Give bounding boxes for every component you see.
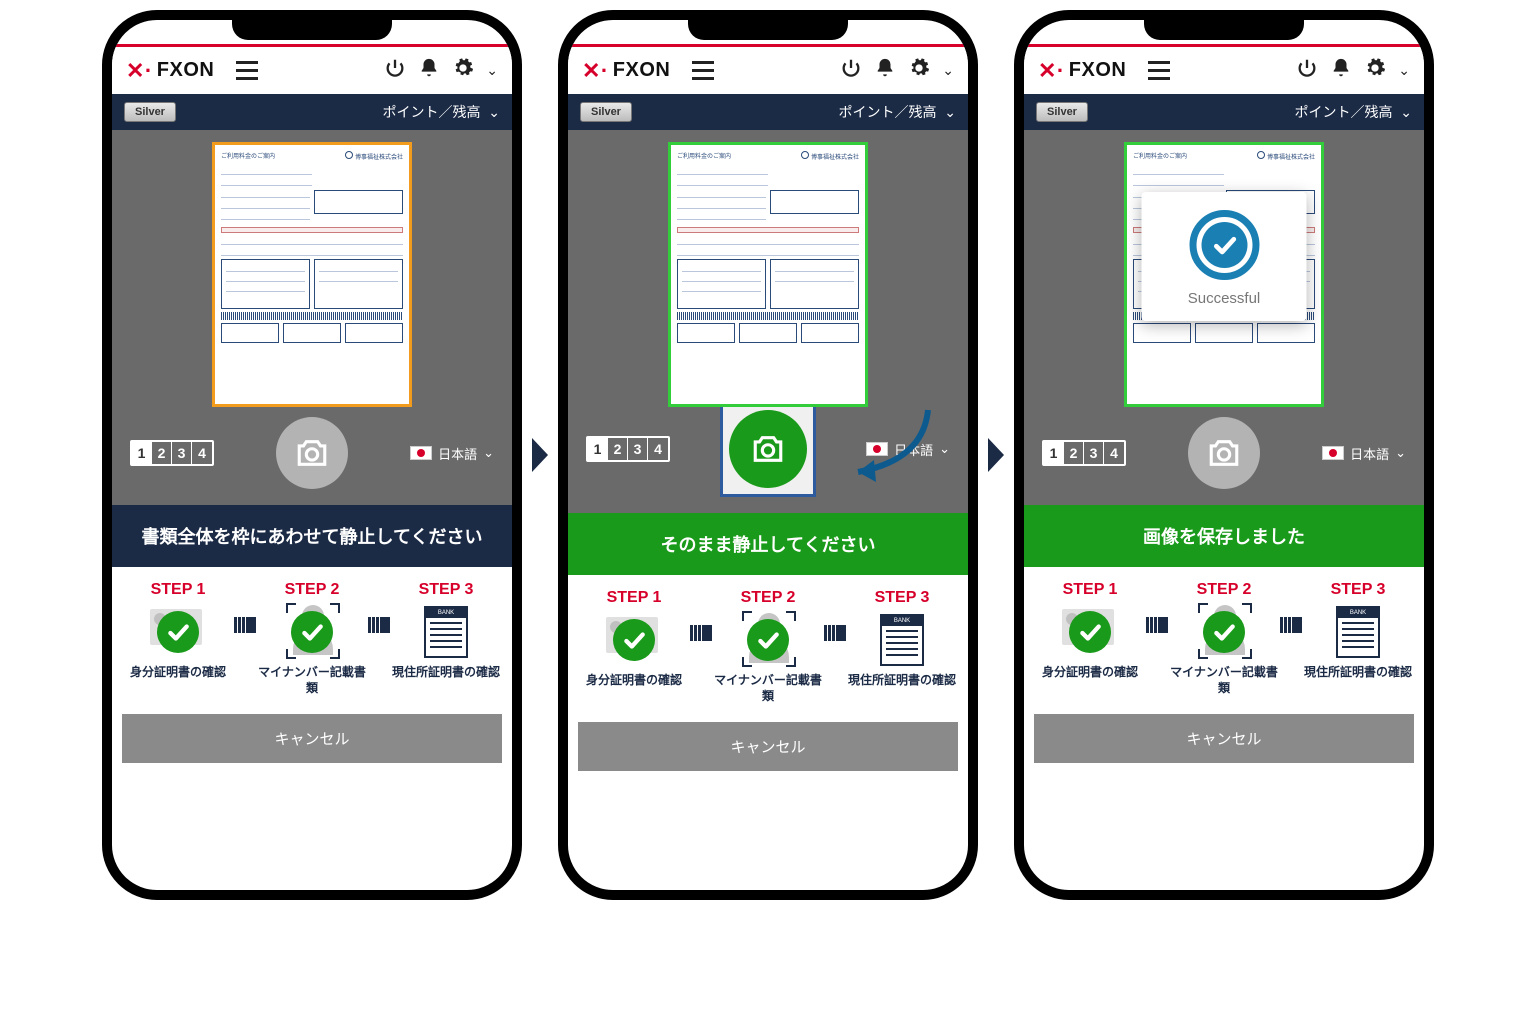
menu-icon[interactable] [236, 61, 258, 80]
step-1: STEP 1身分証明書の確認 [1034, 581, 1146, 681]
step-3: STEP 3BANK現住所証明書の確認 [1302, 581, 1414, 681]
step-1: STEP 1身分証明書の確認 [578, 589, 690, 689]
check-icon [1203, 611, 1245, 653]
step-3: STEP 3BANK現住所証明書の確認 [846, 589, 958, 689]
page-counter: 1234 [586, 436, 670, 462]
jp-flag-icon [410, 446, 432, 460]
tier-badge: Silver [1036, 102, 1088, 122]
step-arrow [824, 625, 846, 641]
instruction-banner: 書類全体を枠にあわせて静止してください [112, 505, 512, 567]
power-icon[interactable] [384, 57, 406, 84]
instruction-banner: 画像を保存しました [1024, 505, 1424, 567]
steps-row: STEP 1身分証明書の確認STEP 2マイナンバー記載書類STEP 3BANK… [568, 575, 968, 714]
camera-viewport: ご利用料金のご案内 博事福祉株式会社 Successful 1234 日本語⌄ [1024, 130, 1424, 505]
app-header: ✕·FXON ⌄ [112, 47, 512, 94]
tier-badge: Silver [580, 102, 632, 122]
app-logo: ✕·FXON [582, 58, 670, 84]
step-arrow [1280, 617, 1302, 633]
cancel-button[interactable]: キャンセル [578, 722, 958, 771]
check-icon [613, 619, 655, 661]
gear-icon[interactable] [908, 57, 930, 84]
check-icon [1069, 611, 1111, 653]
check-icon [747, 619, 789, 661]
power-icon[interactable] [840, 57, 862, 84]
app-logo: ✕·FXON [1038, 58, 1126, 84]
doc-heading: ご利用料金のご案内 [1133, 151, 1187, 161]
success-check-icon [1189, 210, 1259, 280]
step-3: STEP 3BANK現住所証明書の確認 [390, 581, 502, 681]
doc-heading: ご利用料金のご案内 [221, 151, 275, 161]
balance-toggle[interactable]: ポイント／残高 ⌄ [382, 102, 500, 122]
bank-doc-icon: BANK [1336, 606, 1380, 658]
bell-icon[interactable] [1330, 57, 1352, 84]
status-bar: Silver ポイント／残高 ⌄ [568, 94, 968, 130]
cancel-button[interactable]: キャンセル [1034, 714, 1414, 763]
doc-company: 博事福祉株式会社 [1267, 155, 1315, 161]
app-header: ✕·FXON ⌄ [568, 47, 968, 94]
balance-toggle[interactable]: ポイント／残高 ⌄ [838, 102, 956, 122]
tier-badge: Silver [124, 102, 176, 122]
header-dropdown-icon[interactable]: ⌄ [486, 62, 498, 79]
jp-flag-icon [1322, 446, 1344, 460]
flow-arrow-icon [530, 438, 550, 472]
app-header: ✕·FXON ⌄ [1024, 47, 1424, 94]
phone-mockup-1: ✕·FXON ⌄ Silver ポイント／残高 ⌄ ご利用料金のご案内 博事福祉株式会社 1… [102, 10, 522, 900]
steps-row: STEP 1身分証明書の確認STEP 2マイナンバー記載書類STEP 3BANK… [1024, 567, 1424, 706]
step-arrow [1146, 617, 1168, 633]
shutter-button [1188, 417, 1260, 489]
phone-mockup-3: ✕·FXON ⌄ Silver ポイント／残高 ⌄ ご利用料金のご案内 博事福祉株式会社 S… [1014, 10, 1434, 900]
power-icon[interactable] [1296, 57, 1318, 84]
menu-icon[interactable] [1148, 61, 1170, 80]
step-2: STEP 2マイナンバー記載書類 [256, 581, 368, 696]
success-card: Successful [1142, 192, 1307, 321]
instruction-banner: そのまま静止してください [568, 513, 968, 575]
step-arrow [368, 617, 390, 633]
bank-doc-icon: BANK [424, 606, 468, 658]
doc-heading: ご利用料金のご案内 [677, 151, 731, 161]
page-counter: 1234 [1042, 440, 1126, 466]
status-bar: Silver ポイント／残高 ⌄ [112, 94, 512, 130]
cancel-button[interactable]: キャンセル [122, 714, 502, 763]
gear-icon[interactable] [1364, 57, 1386, 84]
success-text: Successful [1152, 290, 1297, 307]
step-2: STEP 2マイナンバー記載書類 [1168, 581, 1280, 696]
flow-arrow-icon [986, 438, 1006, 472]
shutter-button[interactable] [720, 401, 816, 497]
header-dropdown-icon[interactable]: ⌄ [942, 62, 954, 79]
language-selector[interactable]: 日本語⌄ [1322, 444, 1406, 463]
status-bar: Silver ポイント／残高 ⌄ [1024, 94, 1424, 130]
document-frame: ご利用料金のご案内 博事福祉株式会社 [212, 142, 412, 407]
shutter-button[interactable] [276, 417, 348, 489]
document-frame: ご利用料金のご案内 博事福祉株式会社 [668, 142, 868, 407]
step-2: STEP 2マイナンバー記載書類 [712, 589, 824, 704]
balance-toggle[interactable]: ポイント／残高 ⌄ [1294, 102, 1412, 122]
app-logo: ✕·FXON [126, 58, 214, 84]
bell-icon[interactable] [874, 57, 896, 84]
bell-icon[interactable] [418, 57, 440, 84]
header-dropdown-icon[interactable]: ⌄ [1398, 62, 1410, 79]
step-arrow [690, 625, 712, 641]
check-icon [291, 611, 333, 653]
gear-icon[interactable] [452, 57, 474, 84]
camera-viewport: ご利用料金のご案内博事福祉株式会社1234日本語⌄ [568, 130, 968, 513]
step-arrow [234, 617, 256, 633]
bank-doc-icon: BANK [880, 614, 924, 666]
page-counter: 1234 [130, 440, 214, 466]
steps-row: STEP 1身分証明書の確認STEP 2マイナンバー記載書類STEP 3BANK… [112, 567, 512, 706]
language-selector[interactable]: 日本語⌄ [410, 444, 494, 463]
doc-company: 博事福祉株式会社 [355, 155, 403, 161]
check-icon [157, 611, 199, 653]
camera-viewport: ご利用料金のご案内 博事福祉株式会社 1234 日本語⌄ [112, 130, 512, 505]
tap-hint-arrow [828, 400, 938, 495]
doc-company: 博事福祉株式会社 [811, 155, 859, 161]
phone-mockup-2: ✕·FXON ⌄ Silver ポイント／残高 ⌄ ご利用料金のご案内 博事福祉株式会社 1… [558, 10, 978, 900]
step-1: STEP 1身分証明書の確認 [122, 581, 234, 681]
menu-icon[interactable] [692, 61, 714, 80]
